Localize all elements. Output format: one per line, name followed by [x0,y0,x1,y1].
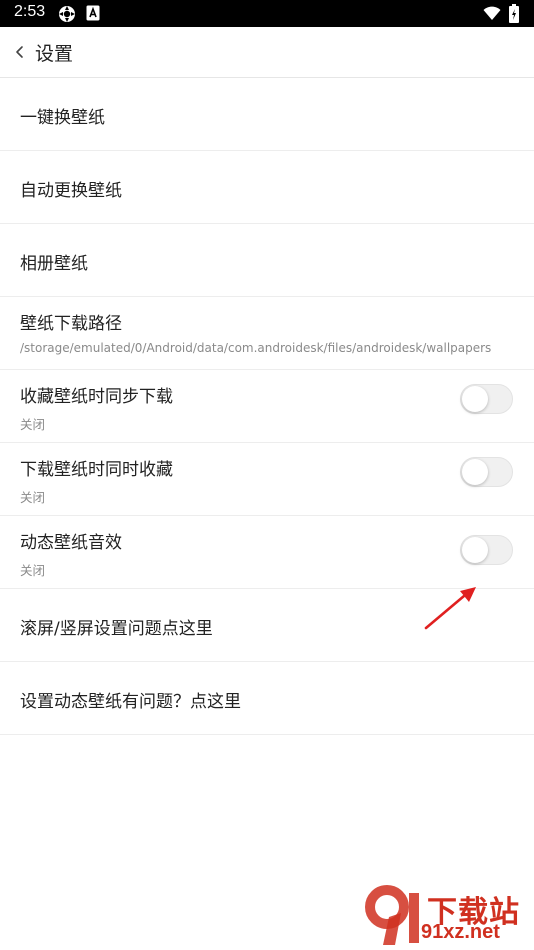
setting-status: 关闭 [20,563,46,578]
toggle-knob [462,537,488,563]
watermark-9-icon [365,885,419,945]
favorite-on-download-toggle[interactable] [460,457,513,487]
battery-icon [509,4,519,27]
sync-download-toggle[interactable] [460,384,513,414]
settings-list: 一键换壁纸 自动更换壁纸 相册壁纸 壁纸下载路径 /storage/emulat… [0,78,534,735]
setting-label: 收藏壁纸时同步下载 [20,387,173,407]
setting-status: 关闭 [20,417,46,432]
page-title: 设置 [35,43,74,65]
setting-one-click-wallpaper[interactable]: 一键换壁纸 [0,78,534,151]
setting-label: 下载壁纸时同时收藏 [20,460,173,480]
setting-album-wallpaper[interactable]: 相册壁纸 [0,224,534,297]
setting-favorite-on-download: 下载壁纸时同时收藏 关闭 [0,443,534,516]
setting-status: 关闭 [20,490,46,505]
setting-live-wallpaper-help[interactable]: 设置动态壁纸有问题？点这里 [0,662,534,735]
toggle-knob [462,386,488,412]
setting-sync-download-on-favorite: 收藏壁纸时同步下载 关闭 [0,370,534,443]
setting-label: 相册壁纸 [20,254,88,274]
back-chevron-icon[interactable] [12,40,28,64]
annotation-arrow-icon [420,582,480,634]
watermark-url: 91xz.net [421,921,500,943]
setting-label: 动态壁纸音效 [20,533,122,553]
status-bar: 2:53 [0,0,534,27]
setting-live-wallpaper-sound: 动态壁纸音效 关闭 [0,516,534,589]
setting-label: 自动更换壁纸 [20,181,122,201]
setting-auto-change-wallpaper[interactable]: 自动更换壁纸 [0,151,534,224]
toggle-knob [462,459,488,485]
live-wallpaper-sound-toggle[interactable] [460,535,513,565]
setting-label: 一键换壁纸 [20,108,105,128]
status-time: 2:53 [14,3,46,20]
app-notification-icon [86,5,100,25]
setting-label: 滚屏/竖屏设置问题点这里 [20,619,213,639]
settings-gear-status-icon [58,5,76,27]
watermark-logo: 下载站 91xz.net [365,885,530,947]
setting-download-path[interactable]: 壁纸下载路径 /storage/emulated/0/Android/data/… [0,297,534,370]
download-path-value: /storage/emulated/0/Android/data/com.and… [20,341,492,355]
app-bar: 设置 [0,27,534,78]
wifi-icon [483,6,501,25]
setting-label: 壁纸下载路径 [20,314,122,334]
setting-label: 设置动态壁纸有问题？点这里 [20,692,241,712]
